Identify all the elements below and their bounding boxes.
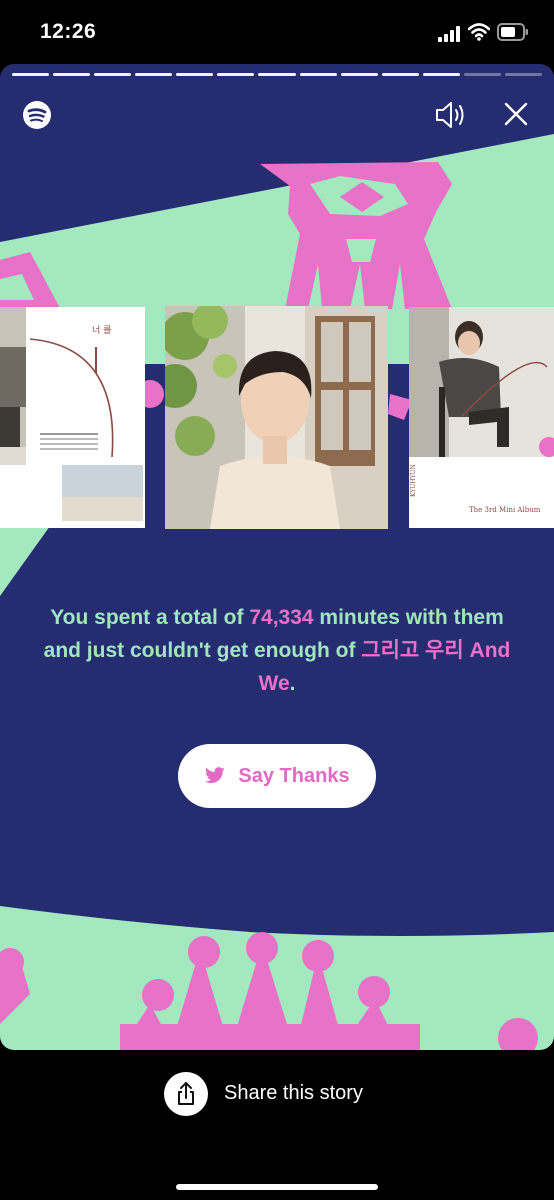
progress-segment bbox=[258, 73, 296, 76]
close-icon[interactable] bbox=[502, 100, 530, 128]
progress-segment bbox=[217, 73, 255, 76]
album-cover-right: The 3rd Mini Album KYUHYUN bbox=[409, 307, 554, 528]
message-part1: You spent a total of bbox=[50, 606, 250, 629]
message-part3: . bbox=[289, 672, 296, 695]
volume-icon[interactable] bbox=[434, 98, 470, 132]
album-cover-center bbox=[165, 306, 388, 529]
cover-right-artist: KYUHYUN bbox=[410, 464, 417, 497]
battery-icon bbox=[497, 23, 528, 41]
progress-segment bbox=[340, 73, 378, 76]
twitter-icon bbox=[205, 767, 226, 784]
progress-segment bbox=[463, 73, 501, 76]
progress-segment bbox=[299, 73, 337, 76]
share-story-row[interactable]: Share this story bbox=[0, 1050, 554, 1140]
share-label: Share this story bbox=[224, 1082, 363, 1104]
progress-segment bbox=[381, 73, 419, 76]
cover-left-title: 너 를 bbox=[92, 325, 111, 336]
cover-right-caption: The 3rd Mini Album bbox=[469, 506, 541, 514]
status-bar: 12:26 bbox=[0, 0, 554, 64]
progress-segment bbox=[12, 73, 50, 76]
home-indicator[interactable] bbox=[176, 1184, 378, 1190]
status-time: 12:26 bbox=[40, 20, 97, 43]
progress-segment bbox=[53, 73, 91, 76]
progress-segment bbox=[135, 73, 173, 76]
album-cover-left: 너 를 bbox=[0, 307, 145, 528]
wifi-icon bbox=[468, 23, 490, 41]
story-message: You spent a total of 74,334 minutes with… bbox=[40, 601, 514, 700]
share-icon bbox=[178, 1082, 194, 1105]
minutes-value: 74,334 bbox=[249, 606, 314, 629]
story-card[interactable]: 너 를 The 3rd Mini Album KYUHYUN You spent… bbox=[0, 64, 554, 1050]
progress-segment bbox=[94, 73, 132, 76]
signal-icon bbox=[438, 26, 460, 42]
progress-segment bbox=[176, 73, 214, 76]
story-background-art bbox=[0, 134, 554, 1050]
say-thanks-label: Say Thanks bbox=[238, 764, 350, 787]
spotify-logo-icon bbox=[23, 101, 51, 129]
progress-segment bbox=[504, 73, 543, 76]
story-progress-bar bbox=[12, 73, 543, 77]
say-thanks-button[interactable]: Say Thanks bbox=[178, 744, 376, 808]
share-button[interactable] bbox=[164, 1072, 208, 1116]
progress-segment bbox=[422, 73, 460, 76]
